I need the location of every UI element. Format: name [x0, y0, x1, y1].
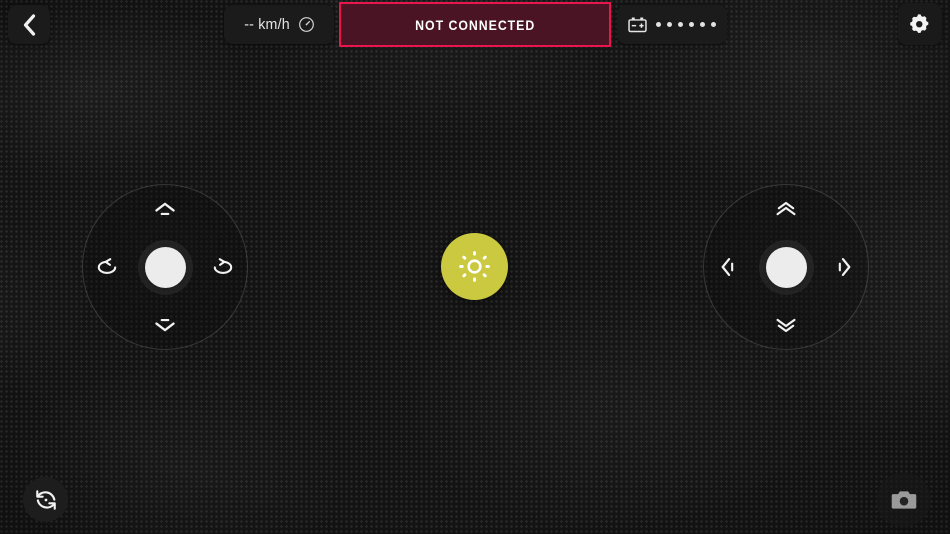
light-toggle-button[interactable]	[441, 233, 508, 300]
double-chevron-down-icon	[774, 315, 798, 333]
back-button[interactable]	[8, 5, 50, 44]
joystick-left-yaw-right-button[interactable]	[206, 252, 240, 282]
altitude-joystick[interactable]	[703, 184, 869, 350]
battery-dot	[700, 22, 705, 27]
joystick-left-forward-button[interactable]	[148, 195, 182, 225]
joystick-right-descend-button[interactable]	[769, 309, 803, 339]
status-banner: NOT CONNECTED	[339, 2, 611, 47]
chevron-left-bar-icon	[718, 256, 738, 278]
chevron-down-bar-icon	[153, 315, 177, 333]
joystick-right-knob[interactable]	[765, 246, 807, 288]
joystick-left-knob[interactable]	[144, 246, 186, 288]
joystick-left-yaw-left-button[interactable]	[90, 252, 124, 282]
speed-value: -- km/h	[244, 16, 290, 33]
gear-icon	[909, 13, 931, 35]
chevron-left-icon	[21, 13, 37, 37]
sun-icon	[458, 250, 491, 283]
top-bar: -- km/h NOT CONNECTED	[0, 0, 950, 48]
battery-dot	[656, 22, 661, 27]
camera-capture-button[interactable]	[876, 472, 931, 527]
battery-dot	[711, 22, 716, 27]
recenter-icon	[33, 487, 59, 513]
rotate-left-icon	[95, 257, 119, 277]
joystick-right-ascend-button[interactable]	[769, 195, 803, 225]
battery-indicator	[617, 5, 727, 44]
joystick-right-strafe-left-button[interactable]	[711, 252, 745, 282]
app-stage: -- km/h NOT CONNECTED	[0, 0, 950, 534]
settings-button[interactable]	[898, 3, 942, 45]
battery-dot	[678, 22, 683, 27]
chevron-up-bar-icon	[153, 201, 177, 219]
rotate-right-icon	[211, 257, 235, 277]
recenter-button[interactable]	[23, 477, 68, 522]
speed-indicator: -- km/h	[224, 5, 334, 44]
battery-dot	[689, 22, 694, 27]
joystick-right-strafe-right-button[interactable]	[827, 252, 861, 282]
status-banner-text: NOT CONNECTED	[414, 16, 536, 33]
speedometer-icon	[298, 16, 315, 33]
battery-level-dots	[656, 22, 716, 27]
movement-joystick[interactable]	[82, 184, 248, 350]
chevron-right-bar-icon	[834, 256, 854, 278]
battery-dot	[667, 22, 672, 27]
battery-icon	[628, 16, 647, 33]
double-chevron-up-icon	[774, 201, 798, 219]
joystick-left-backward-button[interactable]	[148, 309, 182, 339]
camera-icon	[891, 488, 917, 511]
